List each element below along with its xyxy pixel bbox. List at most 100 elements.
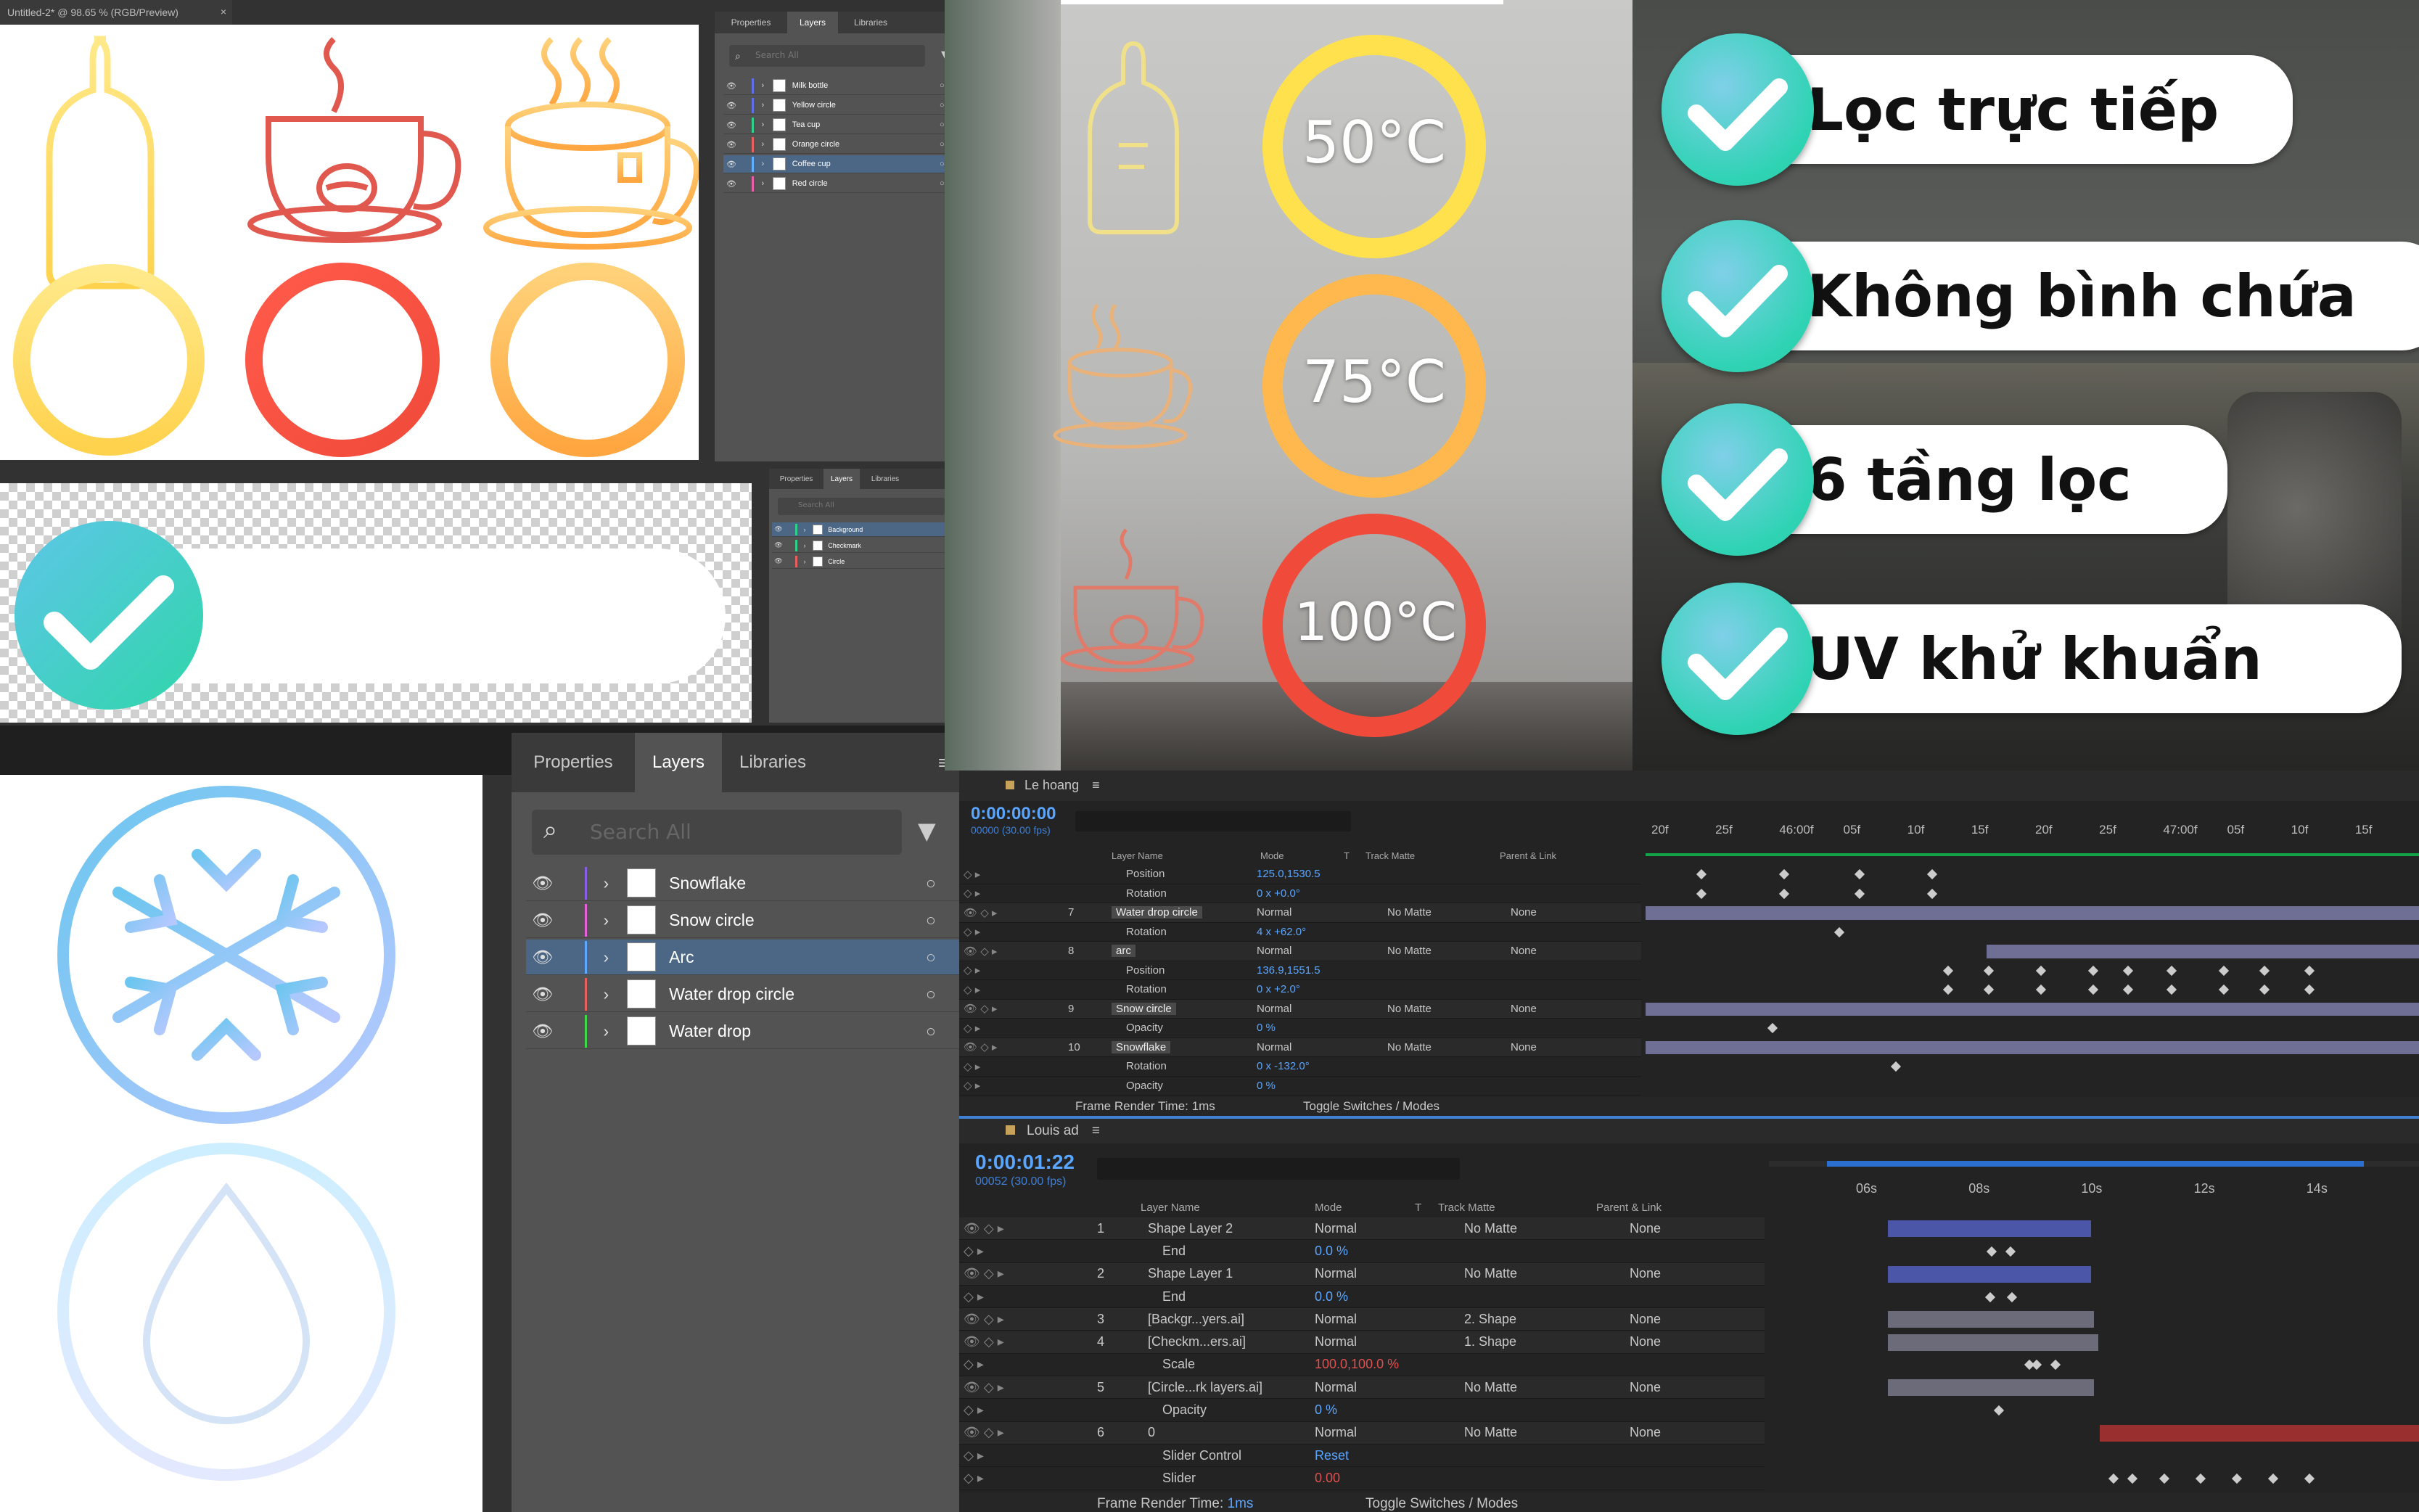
property-value[interactable]: Reset <box>1315 1448 1349 1463</box>
keyframe-icon[interactable] <box>2218 985 2230 995</box>
eye-icon[interactable]: 👁 <box>723 81 739 91</box>
visibility-switches[interactable]: ◇ ▸ <box>964 887 980 900</box>
keyframe-icon[interactable] <box>2108 1473 2119 1484</box>
layer-row[interactable]: 👁 ◇ ▸ 8 arc Normal No Matte None <box>959 942 1641 961</box>
layer-row[interactable]: 👁 › Snow circle ○ <box>526 903 959 938</box>
track-matte-select[interactable]: No Matte <box>1464 1221 1517 1236</box>
chevron-right-icon[interactable]: › <box>762 160 773 168</box>
keyframe-icon[interactable] <box>2218 965 2230 976</box>
chevron-right-icon[interactable]: › <box>762 101 773 110</box>
blend-mode-select[interactable]: Normal <box>1315 1221 1357 1236</box>
visibility-switches[interactable]: 👁 ◇ ▸ <box>964 1380 1004 1395</box>
layer-row[interactable]: 👁 › Red circle ○ <box>723 175 956 193</box>
visibility-switches[interactable]: 👁 ◇ ▸ <box>964 1425 1004 1440</box>
property-value[interactable]: 0.00 <box>1315 1471 1340 1486</box>
layer-row[interactable]: 👁 ◇ ▸ 4 [Checkm...ers.ai] Normal 1. Shape Non… <box>959 1331 1765 1354</box>
blend-mode-select[interactable]: Normal <box>1257 1003 1291 1015</box>
eye-icon[interactable]: 👁 <box>723 120 739 130</box>
track-matte-select[interactable]: No Matte <box>1387 1003 1432 1015</box>
layer-duration-bar[interactable] <box>1646 906 2419 920</box>
parent-select[interactable]: None <box>1511 1041 1537 1053</box>
keyframe-icon[interactable] <box>1890 1061 1902 1072</box>
filter-icon-3[interactable]: ▼ <box>918 817 936 845</box>
layer-row[interactable]: 👁 › Tea cup ○ <box>723 116 956 134</box>
blend-mode-select[interactable]: Normal <box>1315 1425 1357 1440</box>
layer-duration-bar[interactable] <box>1888 1334 2098 1351</box>
property-name[interactable]: End <box>1162 1244 1186 1259</box>
visibility-switches[interactable]: ◇ ▸ <box>964 1079 980 1092</box>
keyframe-icon[interactable] <box>1926 888 1938 899</box>
property-name[interactable]: Opacity <box>1126 1022 1163 1034</box>
chevron-right-icon[interactable]: › <box>804 526 813 533</box>
blend-mode-select[interactable]: Normal <box>1315 1312 1357 1327</box>
visibility-switches[interactable]: ◇ ▸ <box>964 868 980 881</box>
target-circle-icon[interactable]: ○ <box>926 948 959 967</box>
visibility-switches[interactable]: ◇ ▸ <box>964 1402 984 1418</box>
track-matte-select[interactable]: No Matte <box>1464 1380 1517 1395</box>
keyframe-icon[interactable] <box>1983 965 1995 976</box>
property-row[interactable]: ◇ ▸ Rotation 0 x -132.0° <box>959 1057 1641 1077</box>
chevron-right-icon[interactable]: › <box>604 985 627 1004</box>
property-value[interactable]: 0 % <box>1257 1080 1276 1092</box>
property-row[interactable]: ◇ ▸ Opacity 0 % <box>959 1399 1765 1422</box>
visibility-switches[interactable]: 👁 ◇ ▸ <box>964 1266 1004 1281</box>
search-input-2[interactable]: Search All <box>778 498 945 515</box>
visibility-switches[interactable]: ◇ ▸ <box>964 1244 984 1259</box>
keyframe-icon[interactable] <box>2159 1473 2170 1484</box>
blend-mode-select[interactable]: Normal <box>1315 1334 1357 1349</box>
property-row[interactable]: ◇ ▸ Slider 0.00 <box>959 1467 1765 1490</box>
keyframe-icon[interactable] <box>2050 1360 2061 1371</box>
property-row[interactable]: ◇ ▸ Scale 100.0,100.0 % <box>959 1353 1765 1377</box>
layer-duration-bar[interactable] <box>1888 1311 2094 1328</box>
track-matte-select[interactable]: No Matte <box>1387 945 1432 957</box>
visibility-switches[interactable]: ◇ ▸ <box>964 1357 984 1372</box>
eye-icon[interactable]: 👁 <box>526 985 559 1004</box>
layer-row[interactable]: 👁 ◇ ▸ 6 0 Normal No Matte None <box>959 1421 1765 1445</box>
property-row[interactable]: ◇ ▸ End 0.0 % <box>959 1240 1765 1263</box>
chevron-right-icon[interactable]: › <box>604 874 627 893</box>
scrollbar[interactable] <box>482 775 512 1512</box>
ruler-1[interactable]: 20f 25f 46:00f 05f 10f 15f 20f 25f 47:00f 05f 10f 1… <box>1646 811 2419 862</box>
target-circle-icon[interactable]: ○ <box>926 911 959 930</box>
tab-libraries-2[interactable]: Libraries <box>860 469 911 489</box>
property-value[interactable]: 0.0 % <box>1315 1244 1348 1259</box>
chevron-right-icon[interactable]: › <box>762 81 773 90</box>
track-matte-select[interactable]: No Matte <box>1387 906 1432 919</box>
keyframe-icon[interactable] <box>2006 1291 2018 1302</box>
parent-select[interactable]: None <box>1630 1425 1661 1440</box>
keyframe-icon[interactable] <box>2122 965 2134 976</box>
property-value[interactable]: 0 % <box>1257 1022 1276 1034</box>
parent-select[interactable]: None <box>1511 906 1537 919</box>
property-name[interactable]: Position <box>1126 868 1165 880</box>
property-name[interactable]: Slider <box>1162 1471 1196 1486</box>
search-input[interactable]: Search All <box>729 45 925 67</box>
keyframe-icon[interactable] <box>1778 888 1790 899</box>
property-name[interactable]: Scale <box>1162 1357 1195 1372</box>
tab-properties[interactable]: Properties <box>715 12 787 33</box>
visibility-switches[interactable]: ◇ ▸ <box>964 1448 984 1463</box>
property-name[interactable]: Position <box>1126 964 1165 977</box>
blend-mode-select[interactable]: Normal <box>1257 906 1291 919</box>
chevron-right-icon[interactable]: › <box>604 911 627 930</box>
layer-name[interactable]: Shape Layer 2 <box>1148 1221 1233 1236</box>
keyframe-icon[interactable] <box>1942 965 1954 976</box>
layer-name[interactable]: Water drop circle <box>1112 906 1202 919</box>
property-value[interactable]: 0 x +2.0° <box>1257 983 1300 995</box>
property-name[interactable]: Rotation <box>1126 1060 1167 1072</box>
layer-search-input[interactable] <box>1075 811 1351 831</box>
property-name[interactable]: Rotation <box>1126 926 1167 938</box>
keyframe-icon[interactable] <box>1767 1023 1778 1034</box>
property-row[interactable]: ◇ ▸ Rotation 0 x +0.0° <box>959 884 1641 903</box>
property-row[interactable]: ◇ ▸ Rotation 4 x +62.0° <box>959 922 1641 942</box>
visibility-switches[interactable]: ◇ ▸ <box>964 1022 980 1035</box>
property-row[interactable]: ◇ ▸ Opacity 0 % <box>959 1076 1641 1096</box>
property-name[interactable]: Opacity <box>1162 1402 1207 1418</box>
eye-icon[interactable]: 👁 <box>723 179 739 189</box>
target-circle-icon[interactable]: ○ <box>926 1022 959 1041</box>
layer-row[interactable]: 👁›Checkmark○ <box>772 538 958 553</box>
eye-icon[interactable]: 👁 <box>723 160 739 169</box>
keyframe-icon[interactable] <box>2031 1360 2042 1371</box>
document-tab[interactable]: Untitled-2* @ 98.65 % (RGB/Preview) × <box>0 0 232 25</box>
eye-icon[interactable]: 👁 <box>723 101 739 110</box>
track-matte-select[interactable]: No Matte <box>1387 1041 1432 1053</box>
